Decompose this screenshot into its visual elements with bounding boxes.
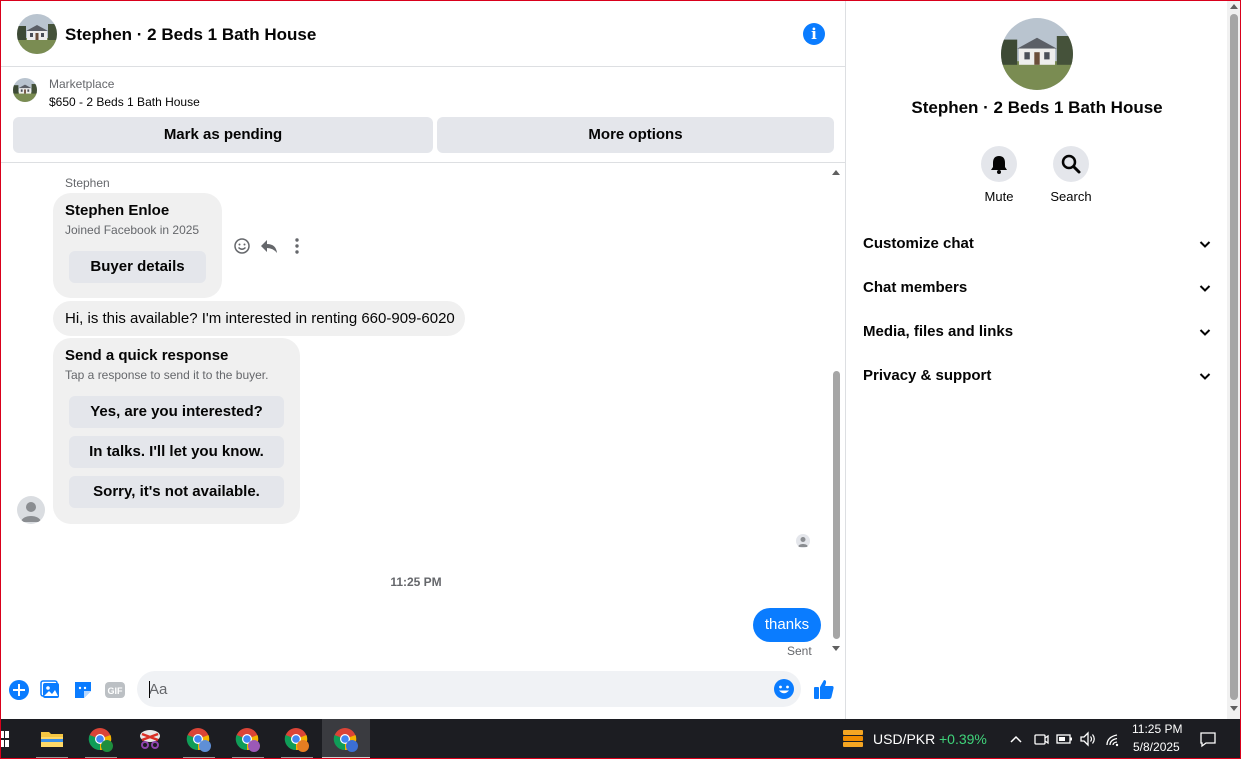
panel-scroll-up-arrow[interactable] (1230, 4, 1238, 9)
outgoing-message[interactable]: thanks (753, 608, 821, 642)
chevron-down-icon (1199, 329, 1211, 336)
chrome-icon (88, 728, 113, 752)
windows-start-icon[interactable] (0, 731, 10, 747)
chrome-icon (235, 728, 260, 752)
chevron-down-icon (1199, 241, 1211, 248)
info-icon[interactable]: i (803, 23, 825, 45)
marketplace-banner: Marketplace $650 - 2 Beds 1 Bath House M… (0, 67, 846, 163)
listing-avatar[interactable] (17, 14, 57, 54)
more-options-button[interactable]: More options (437, 117, 834, 153)
mute-label: Mute (984, 189, 1014, 204)
mark-as-pending-button[interactable]: Mark as pending (13, 117, 433, 153)
currency-icon[interactable] (841, 728, 865, 750)
taskbar: USD/PKR +0.39% 11:25 PM 5/8/2025 (0, 719, 1241, 759)
like-icon[interactable] (813, 678, 835, 700)
message-timestamp: 11:25 PM (390, 575, 442, 589)
scissors-icon (140, 730, 160, 749)
taskbar-chrome-profile-3[interactable] (224, 719, 272, 759)
read-receipt-avatar (796, 534, 810, 548)
sent-status: Sent (787, 644, 812, 658)
chrome-icon (333, 728, 358, 752)
buyer-details-button[interactable]: Buyer details (69, 251, 206, 283)
section-privacy-support[interactable]: Privacy & support (863, 356, 1211, 396)
message-actions (230, 234, 310, 258)
profile-card: Stephen Enloe Joined Facebook in 2025 Bu… (53, 193, 222, 298)
folder-icon (41, 732, 63, 747)
scroll-up-arrow[interactable] (832, 170, 840, 175)
section-customize-chat[interactable]: Customize chat (863, 224, 1211, 264)
battery-icon[interactable] (1054, 729, 1074, 749)
quick-response-option[interactable]: Yes, are you interested? (69, 396, 284, 428)
sender-avatar[interactable] (17, 496, 45, 524)
search-button[interactable]: Search (1041, 146, 1101, 204)
taskbar-chrome-profile-4[interactable] (273, 719, 321, 759)
bell-icon (991, 156, 1007, 174)
wifi-icon[interactable] (1103, 729, 1123, 749)
chevron-down-icon (1199, 285, 1211, 292)
more-icon[interactable] (287, 236, 307, 256)
taskbar-snipping-tool[interactable] (126, 719, 174, 759)
chevron-up-icon[interactable] (1006, 729, 1026, 749)
quick-response-subtitle: Tap a response to send it to the buyer. (65, 368, 269, 382)
quick-response-title: Send a quick response (65, 347, 229, 364)
search-icon (1061, 154, 1081, 174)
conversation-avatar[interactable] (1001, 18, 1073, 90)
quick-response-card: Send a quick response Tap a response to … (53, 338, 300, 524)
text-caret (149, 681, 150, 698)
gif-icon[interactable]: GIF (104, 679, 126, 701)
section-chat-members[interactable]: Chat members (863, 268, 1211, 308)
panel-scrollbar[interactable] (1227, 0, 1241, 719)
conversation-info-panel: Stephen · 2 Beds 1 Bath House Mute Searc… (847, 0, 1227, 719)
marketplace-label: Marketplace (49, 77, 115, 91)
message-scroll-thumb[interactable] (833, 371, 840, 639)
chrome-icon (186, 728, 211, 752)
react-icon[interactable] (232, 236, 252, 256)
clock-date[interactable]: 5/8/2025 (1133, 740, 1180, 754)
incoming-message[interactable]: Hi, is this available? I'm interested in… (53, 301, 465, 336)
chevron-down-icon (1199, 373, 1211, 380)
ticker-change: +0.39% (939, 731, 987, 747)
photo-icon[interactable] (40, 679, 62, 701)
svg-text:GIF: GIF (108, 686, 124, 696)
chat-header: Stephen · 2 Beds 1 Bath House i (0, 0, 846, 67)
panel-scroll-thumb[interactable] (1230, 14, 1238, 700)
ticker-symbol[interactable]: USD/PKR (873, 731, 935, 747)
taskbar-chrome-profile-5-active[interactable] (322, 719, 370, 759)
section-label: Chat members (863, 279, 968, 296)
scroll-down-arrow[interactable] (832, 646, 840, 651)
mute-button[interactable]: Mute (969, 146, 1029, 204)
panel-scroll-down-arrow[interactable] (1230, 706, 1238, 711)
section-label: Privacy & support (863, 367, 992, 384)
taskbar-chrome-profile-1[interactable] (77, 719, 125, 759)
section-media-files-links[interactable]: Media, files and links (863, 312, 1211, 352)
taskbar-file-explorer[interactable] (28, 719, 76, 759)
message-input[interactable] (137, 671, 801, 707)
buyer-name: Stephen Enloe (65, 202, 170, 219)
chat-panel: Stephen · 2 Beds 1 Bath House i Marketpl… (0, 0, 846, 719)
meet-now-icon[interactable] (1031, 729, 1051, 749)
chat-title[interactable]: Stephen · 2 Beds 1 Bath House (65, 25, 316, 45)
search-label: Search (1050, 189, 1092, 204)
clock-time[interactable]: 11:25 PM (1132, 722, 1182, 736)
chrome-icon (284, 728, 309, 752)
reply-icon[interactable] (259, 236, 279, 256)
conversation-title: Stephen · 2 Beds 1 Bath House (911, 98, 1163, 117)
joined-date: Joined Facebook in 2025 (65, 223, 200, 237)
message-list: Stephen Stephen Enloe Joined Facebook in… (0, 164, 846, 660)
section-label: Media, files and links (863, 323, 1014, 340)
taskbar-chrome-profile-2[interactable] (175, 719, 223, 759)
quick-response-option[interactable]: Sorry, it's not available. (69, 476, 284, 508)
volume-icon[interactable] (1078, 729, 1098, 749)
sticker-icon[interactable] (72, 679, 94, 701)
listing-thumbnail[interactable] (13, 78, 37, 102)
listing-title[interactable]: $650 - 2 Beds 1 Bath House (49, 95, 200, 109)
plus-icon[interactable] (8, 679, 30, 701)
quick-response-option[interactable]: In talks. I'll let you know. (69, 436, 284, 468)
sender-name: Stephen (65, 176, 110, 190)
emoji-icon[interactable] (773, 678, 795, 700)
section-label: Customize chat (863, 235, 974, 252)
composer: GIF (0, 660, 846, 719)
notification-icon[interactable] (1198, 729, 1218, 749)
